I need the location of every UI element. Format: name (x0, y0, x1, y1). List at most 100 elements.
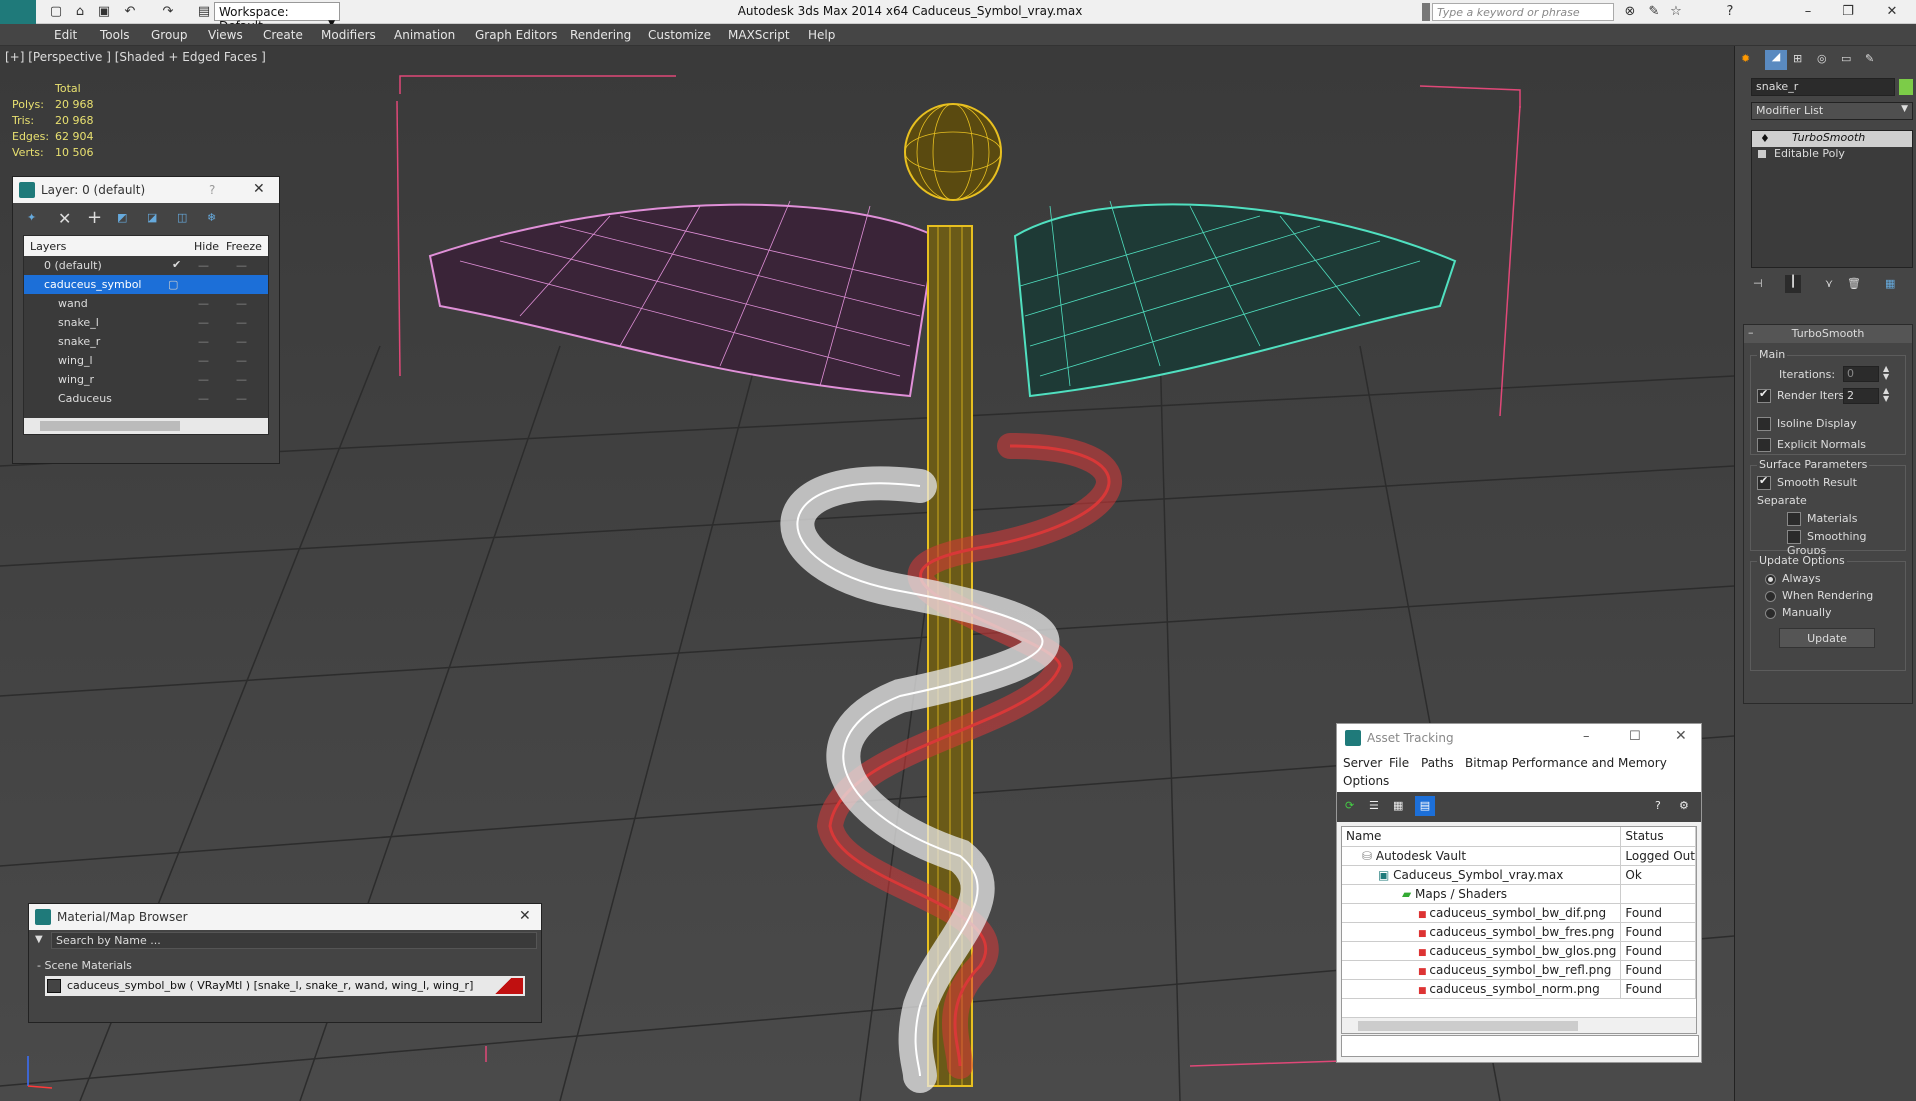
col-name[interactable]: Name (1342, 827, 1622, 847)
thumbnail-view-icon[interactable]: ▦ (1393, 799, 1403, 812)
menu-help[interactable]: Help (808, 28, 835, 42)
highlight-layer-icon[interactable]: ◪ (147, 211, 157, 224)
manually-radio[interactable]: Manually (1765, 606, 1832, 619)
menu-animation[interactable]: Animation (394, 28, 455, 42)
smooth-result-checkbox[interactable]: Smooth Result (1757, 474, 1857, 490)
stack-item-editable-poly[interactable]: Editable Poly (1752, 147, 1912, 163)
iterations-spinner[interactable]: 0 (1843, 366, 1879, 382)
asset-row[interactable]: ■ caduceus_symbol_bw_fres.png Found (1342, 922, 1696, 942)
help-icon[interactable]: ? (1722, 4, 1738, 20)
object-color-swatch[interactable] (1899, 79, 1913, 95)
project-folder-icon[interactable]: ▤ (196, 4, 212, 20)
help-icon[interactable]: ? (1655, 799, 1661, 812)
select-objects-icon[interactable]: ◩ (117, 211, 127, 224)
help-button[interactable]: ? (209, 183, 215, 197)
asset-path-field[interactable] (1341, 1035, 1699, 1057)
scene-materials-header[interactable]: - Scene Materials (29, 956, 541, 976)
materials-checkbox[interactable]: Materials (1787, 512, 1857, 526)
menu-maxscript[interactable]: MAXScript (728, 28, 790, 42)
close-icon[interactable]: ✕ (253, 181, 265, 197)
asset-row[interactable]: ■ caduceus_symbol_bw_dif.png Found (1342, 903, 1696, 923)
redo-icon[interactable]: ↷ (160, 4, 176, 20)
menu-rendering[interactable]: Rendering (570, 28, 631, 42)
create-tab-icon[interactable]: ✹ (1741, 52, 1750, 65)
spinner-arrows-icon[interactable]: ▲ ▼ (1883, 387, 1889, 403)
subscription-icon[interactable]: ✎ (1646, 4, 1662, 20)
col-status[interactable]: Status (1620, 827, 1696, 847)
make-unique-icon[interactable]: ⋎ (1825, 277, 1833, 290)
open-file-icon[interactable]: ⌂ (72, 4, 88, 20)
rollout-header[interactable]: – TurboSmooth (1744, 325, 1912, 343)
close-icon[interactable]: ✕ (519, 908, 531, 924)
col-freeze[interactable]: Freeze (226, 240, 262, 253)
utilities-tab-icon[interactable]: ✎ (1865, 52, 1874, 65)
layer-row[interactable]: snake_l — — (24, 313, 268, 332)
asset-row[interactable]: ▰ Maps / Shaders (1342, 884, 1696, 904)
minimize-icon[interactable]: – (1583, 729, 1590, 744)
settings-icon[interactable]: ⚙ (1679, 799, 1689, 812)
layer-row[interactable]: wing_l — — (24, 351, 268, 370)
expand-icon[interactable] (1758, 150, 1766, 158)
layer-row[interactable]: wand — — (24, 294, 268, 313)
menu-modifiers[interactable]: Modifiers (321, 28, 376, 42)
delete-layer-icon[interactable]: ✕ (58, 209, 71, 228)
always-radio[interactable]: Always (1765, 572, 1821, 585)
material-item[interactable]: caduceus_symbol_bw ( VRayMtl ) [snake_l,… (45, 976, 525, 996)
layer-row-selected[interactable]: caduceus_symbol ▢ (24, 275, 268, 294)
maximize-icon[interactable]: ☐ (1629, 729, 1641, 744)
modifier-list-dropdown[interactable]: Modifier List ▼ (1751, 102, 1913, 120)
new-file-icon[interactable]: ▢ (48, 4, 64, 20)
layer-row[interactable]: snake_r — — (24, 332, 268, 351)
asset-row[interactable]: ▣ Caduceus_Symbol_vray.max Ok (1342, 865, 1696, 885)
freeze-all-icon[interactable]: ❄ (207, 211, 216, 224)
menu-server[interactable]: Server (1343, 756, 1382, 770)
star-icon[interactable]: ☆ (1668, 4, 1684, 20)
undo-icon[interactable]: ↶ (122, 4, 138, 20)
isoline-display-checkbox[interactable]: Isoline Display (1757, 417, 1857, 431)
chevron-down-icon[interactable]: ▼ (35, 934, 43, 945)
minimize-icon[interactable]: – (1800, 4, 1816, 20)
material-browser-titlebar[interactable]: Material/Map Browser ✕ (29, 904, 541, 930)
explicit-normals-checkbox[interactable]: Explicit Normals (1757, 438, 1866, 452)
viewport-label[interactable]: [+] [Perspective ] [Shaded + Edged Faces… (5, 50, 266, 64)
show-end-result-icon[interactable]: ┃ (1785, 275, 1801, 293)
motion-tab-icon[interactable]: ◎ (1817, 52, 1827, 65)
when-rendering-radio[interactable]: When Rendering (1765, 589, 1873, 602)
hierarchy-tab-icon[interactable]: ⊞ (1793, 52, 1802, 65)
layer-row[interactable]: 0 (default) ✔ — — (24, 256, 268, 275)
binoculars-icon[interactable]: ⊗ (1622, 4, 1638, 20)
update-button[interactable]: Update (1779, 628, 1875, 648)
workspace-dropdown[interactable]: Workspace: Default▼ (214, 2, 340, 33)
display-tab-icon[interactable]: ▭ (1841, 52, 1851, 65)
smoothing-groups-checkbox[interactable]: Smoothing Groups (1787, 530, 1905, 557)
menu-tools[interactable]: Tools (100, 28, 130, 42)
menu-graph-editors[interactable]: Graph Editors (475, 28, 557, 42)
refresh-icon[interactable]: ⟳ (1345, 799, 1354, 812)
hide-all-icon[interactable]: ◫ (177, 211, 187, 224)
menu-options[interactable]: Options (1343, 774, 1389, 788)
layer-row[interactable]: wing_r — — (24, 370, 268, 389)
close-icon[interactable]: ✕ (1675, 728, 1687, 744)
render-iters-spinner[interactable]: 2 (1843, 388, 1879, 404)
menu-bitmap-performance[interactable]: Bitmap Performance and Memory (1465, 756, 1667, 770)
menu-group[interactable]: Group (151, 28, 188, 42)
save-icon[interactable]: ▣ (96, 4, 112, 20)
list-view-icon[interactable]: ☰ (1369, 799, 1379, 812)
asset-row[interactable]: ⛁ Autodesk Vault Logged Out (1342, 846, 1696, 866)
scrollbar-thumb[interactable] (40, 421, 180, 431)
lightbulb-icon[interactable]: ♦ (1760, 132, 1770, 145)
stack-item-turbosmooth[interactable]: ♦ TurboSmooth (1752, 131, 1912, 147)
menu-paths[interactable]: Paths (1421, 756, 1454, 770)
menu-edit[interactable]: Edit (54, 28, 77, 42)
remove-modifier-icon[interactable]: 🗑 (1847, 277, 1861, 290)
modify-tab-icon[interactable]: ◢ (1765, 50, 1787, 70)
layer-row[interactable]: Caduceus — — (24, 389, 268, 408)
asset-row[interactable]: ■ caduceus_symbol_bw_refl.png Found (1342, 960, 1696, 980)
material-search-input[interactable]: Search by Name ... (51, 932, 537, 949)
menu-create[interactable]: Create (263, 28, 303, 42)
asset-row[interactable]: ■ caduceus_symbol_norm.png Found (1342, 979, 1696, 999)
menu-customize[interactable]: Customize (648, 28, 711, 42)
asset-horizontal-scrollbar[interactable] (1342, 1017, 1696, 1033)
col-hide[interactable]: Hide (194, 240, 219, 253)
spinner-arrows-icon[interactable]: ▲ ▼ (1883, 365, 1889, 381)
